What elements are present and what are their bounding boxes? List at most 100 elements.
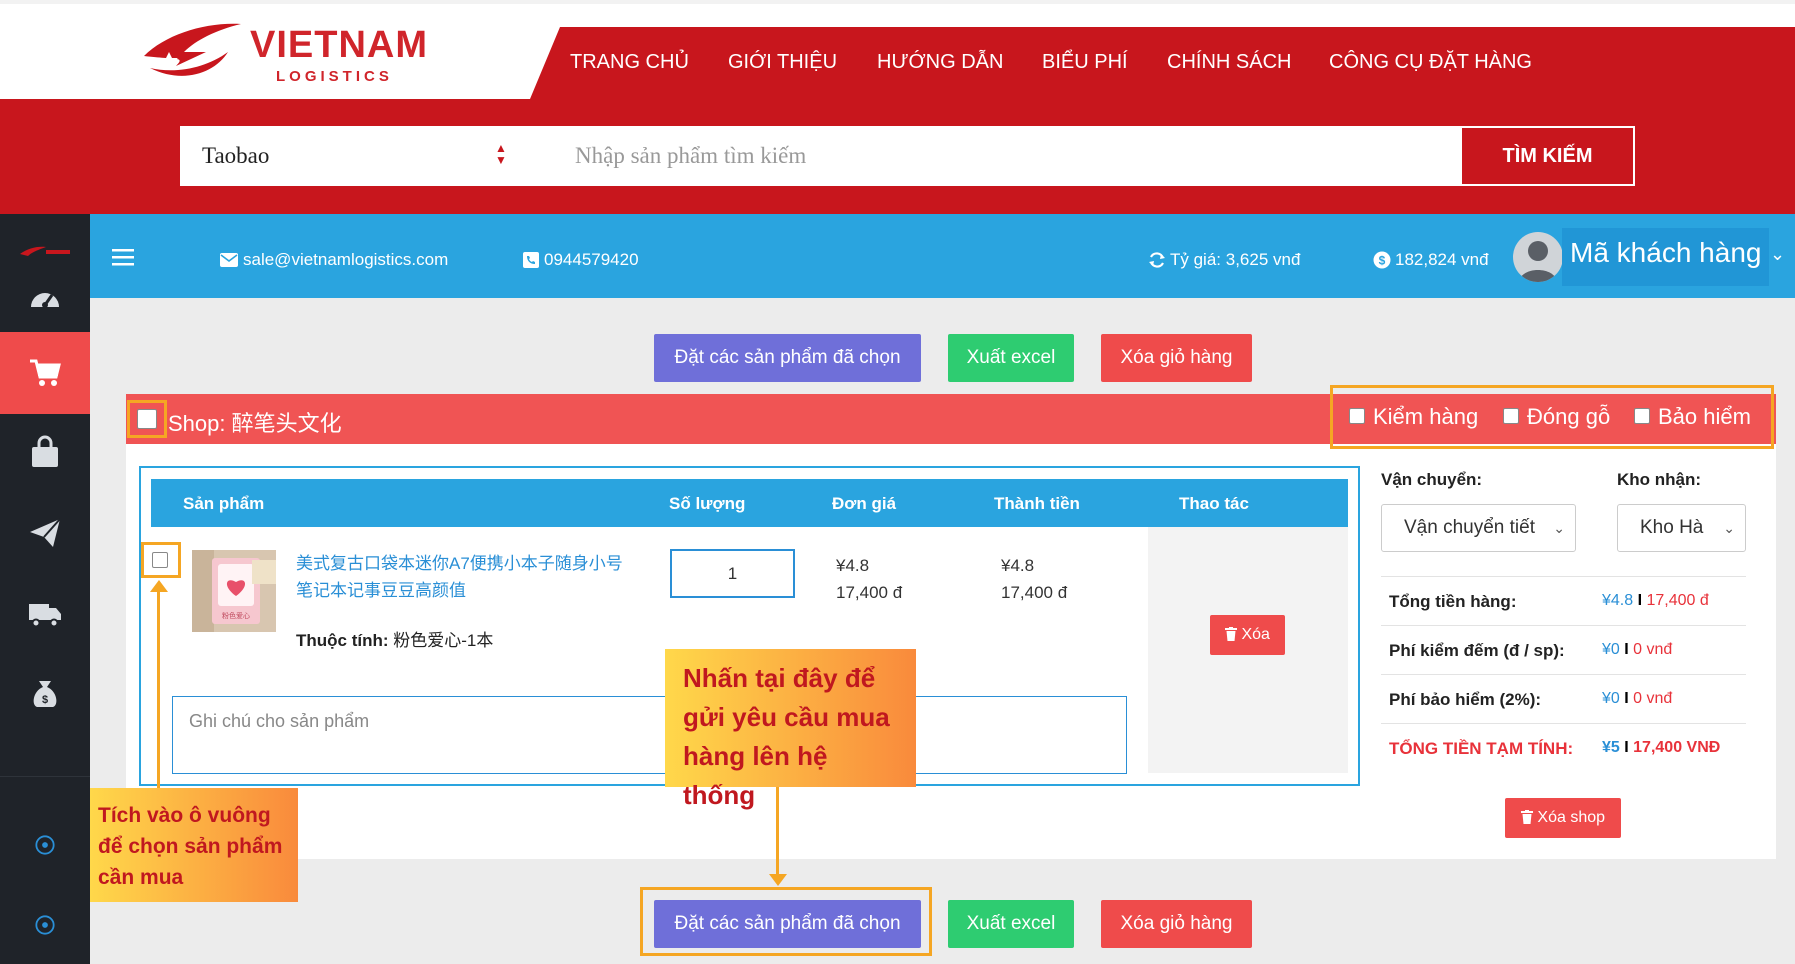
order-selected-button-top[interactable]: Đặt các sản phẩm đã chọn — [654, 334, 921, 382]
callout-arrow-up-icon — [150, 580, 168, 592]
sidebar-item-extra-2[interactable] — [0, 884, 90, 964]
attribute-value: 粉色爱心-1本 — [393, 631, 494, 650]
insurance-checkbox[interactable] — [1634, 408, 1650, 424]
dollar-coin-icon: $ — [1373, 251, 1391, 269]
summary-cny: ¥0 — [1602, 641, 1620, 658]
svg-text:$: $ — [1379, 254, 1386, 268]
summary-value: ¥0 I 0 vnđ — [1602, 641, 1673, 658]
summary-total-vnd: 17,400 VNĐ — [1633, 739, 1721, 756]
column-header-actions: Thao tác — [1179, 494, 1249, 513]
hamburger-menu-icon[interactable] — [112, 248, 134, 266]
summary-value: ¥0 I 0 vnđ — [1602, 690, 1673, 707]
product-note-field[interactable] — [172, 696, 1127, 774]
export-excel-button-top[interactable]: Xuất excel — [948, 334, 1074, 382]
wood-packing-label: Đóng gỗ — [1527, 404, 1611, 429]
summary-row-insurance-fee: Phí bảo hiểm (2%): ¥0 I 0 vnđ — [1381, 674, 1746, 723]
nav-item-order-tool[interactable]: CÔNG CỤ ĐẶT HÀNG — [1329, 51, 1532, 74]
quantity-input[interactable] — [670, 549, 795, 598]
summary-vnd: 0 vnđ — [1633, 690, 1673, 707]
order-selected-button-bottom[interactable]: Đặt các sản phẩm đã chọn — [654, 900, 921, 948]
inspect-goods-checkbox[interactable] — [1349, 408, 1365, 424]
summary-cny: ¥4.8 — [1602, 592, 1634, 609]
logo[interactable]: VIETNAM LOGISTICS — [136, 16, 428, 88]
dashboard-gauge-icon — [31, 293, 59, 308]
sidebar-item-dashboard[interactable] — [0, 258, 90, 340]
cart-icon — [30, 359, 61, 386]
thumb-caption: 粉色爱心 — [222, 611, 250, 620]
sidebar-item-orders[interactable] — [0, 412, 90, 494]
summary-total-label: TỔNG TIỀN TẠM TÍNH: — [1389, 739, 1574, 758]
delete-shop-button[interactable]: Xóa shop — [1505, 798, 1621, 838]
line-total-cny: ¥4.8 — [1001, 556, 1035, 575]
contact-phone[interactable]: 0944579420 — [544, 250, 639, 270]
user-avatar-icon — [1519, 241, 1557, 282]
sidebar: $ — [0, 214, 90, 964]
summary-cny: ¥0 — [1602, 690, 1620, 707]
warehouse-label: Kho nhận: — [1617, 470, 1702, 489]
user-name[interactable]: Mã khách hàng — [1562, 228, 1770, 286]
shipping-label: Vận chuyển: — [1381, 470, 1483, 489]
sidebar-item-extra-1[interactable] — [0, 804, 90, 886]
logo-word: VIETNAM — [250, 24, 428, 66]
clear-cart-button-bottom[interactable]: Xóa giỏ hàng — [1101, 900, 1252, 948]
nav-item-policy[interactable]: CHÍNH SÁCH — [1167, 51, 1291, 74]
sidebar-item-shipping[interactable] — [0, 492, 90, 574]
header-topline — [0, 0, 1795, 4]
search-band: Taobao ▲▼ TÌM KIẾM — [0, 99, 1795, 214]
shipping-method-select[interactable]: Vận chuyển tiết ⌄ — [1381, 504, 1576, 552]
shop-select-checkbox[interactable] — [137, 409, 157, 429]
site-select[interactable]: Taobao — [180, 126, 520, 186]
select-arrows-icon: ▲ ▼ — [495, 141, 507, 167]
delete-shop-label: Xóa shop — [1537, 809, 1606, 826]
summary-label: Tổng tiền hàng: — [1389, 592, 1517, 611]
summary-row-count-fee: Phí kiểm đếm (đ / sp): ¥0 I 0 vnđ — [1381, 625, 1746, 674]
wood-packing-checkbox[interactable] — [1503, 408, 1519, 424]
nav-item-guide[interactable]: HƯỚNG DẪN — [877, 51, 1003, 74]
logo-plane-icon — [144, 23, 241, 76]
sidebar-item-delivery[interactable] — [0, 572, 90, 654]
phone-icon — [523, 252, 539, 268]
refresh-icon — [1149, 252, 1165, 268]
top-bar: sale@vietnamlogistics.com 0944579420 Tỷ … — [90, 214, 1795, 298]
exchange-rate: Tỷ giá: 3,625 vnđ — [1170, 250, 1301, 269]
nav-item-about[interactable]: GIỚI THIỆU — [728, 51, 837, 74]
clear-cart-button-top[interactable]: Xóa giỏ hàng — [1101, 334, 1252, 382]
warehouse-select[interactable]: Kho Hà ⌄ — [1617, 504, 1746, 552]
table-header: Sản phẩm Số lượng Đơn giá Thành tiền Tha… — [151, 479, 1348, 527]
column-header-product: Sản phẩm — [183, 494, 265, 513]
column-header-quantity: Số lượng — [669, 494, 746, 513]
product-name-link[interactable]: 美式复古口袋本迷你A7便携小本子随身小号笔记本记事豆豆高颜值 — [296, 550, 636, 604]
chevron-down-icon[interactable]: ⌄ — [1770, 244, 1785, 265]
contact-email[interactable]: sale@vietnamlogistics.com — [243, 250, 448, 270]
unit-price-vnd: 17,400 đ — [836, 583, 903, 602]
nav-item-home[interactable]: TRANG CHỦ — [570, 51, 689, 74]
summary-row-goods-total: Tổng tiền hàng: ¥4.8 I 17,400 đ — [1381, 576, 1746, 625]
chevron-down-icon: ⌄ — [1553, 520, 1565, 536]
delete-item-button[interactable]: Xóa — [1210, 615, 1285, 655]
search-box: Taobao ▲▼ TÌM KIẾM — [180, 126, 1635, 186]
money-bag-icon: $ — [33, 681, 57, 707]
page: VIETNAM LOGISTICS TRANG CHỦ GIỚI THIỆU H… — [0, 0, 1795, 964]
main-nav: TRANG CHỦ GIỚI THIỆU HƯỚNG DẪN BIỂU PHÍ … — [530, 27, 1795, 99]
svg-text:$: $ — [42, 694, 48, 706]
sidebar-item-wallet[interactable]: $ — [0, 652, 90, 734]
insurance-label: Bảo hiểm — [1658, 404, 1751, 429]
export-excel-button-bottom[interactable]: Xuất excel — [948, 900, 1074, 948]
nav-item-pricing[interactable]: BIỂU PHÍ — [1042, 51, 1128, 74]
summary-vnd: 17,400 đ — [1646, 592, 1709, 609]
search-button[interactable]: TÌM KIẾM — [1460, 126, 1635, 186]
line-total-vnd: 17,400 đ — [1001, 583, 1068, 602]
search-input[interactable] — [575, 126, 1455, 186]
line-total: ¥4.8 17,400 đ — [1001, 552, 1067, 606]
item-select-checkbox[interactable] — [152, 552, 168, 568]
site-header: VIETNAM LOGISTICS TRANG CHỦ GIỚI THIỆU H… — [0, 0, 1795, 99]
logo-subtitle: LOGISTICS — [276, 68, 393, 85]
circle-dot-icon — [35, 915, 55, 935]
sidebar-item-cart[interactable] — [0, 332, 90, 414]
product-thumbnail[interactable]: 粉色爱心 — [192, 550, 276, 632]
inspect-goods-label: Kiểm hàng — [1373, 404, 1479, 429]
column-header-total: Thành tiền — [994, 494, 1080, 513]
avatar[interactable] — [1513, 232, 1563, 282]
shop-name: Shop: 醉笔头文化 — [168, 411, 342, 436]
summary-value: ¥4.8 I 17,400 đ — [1602, 592, 1709, 609]
